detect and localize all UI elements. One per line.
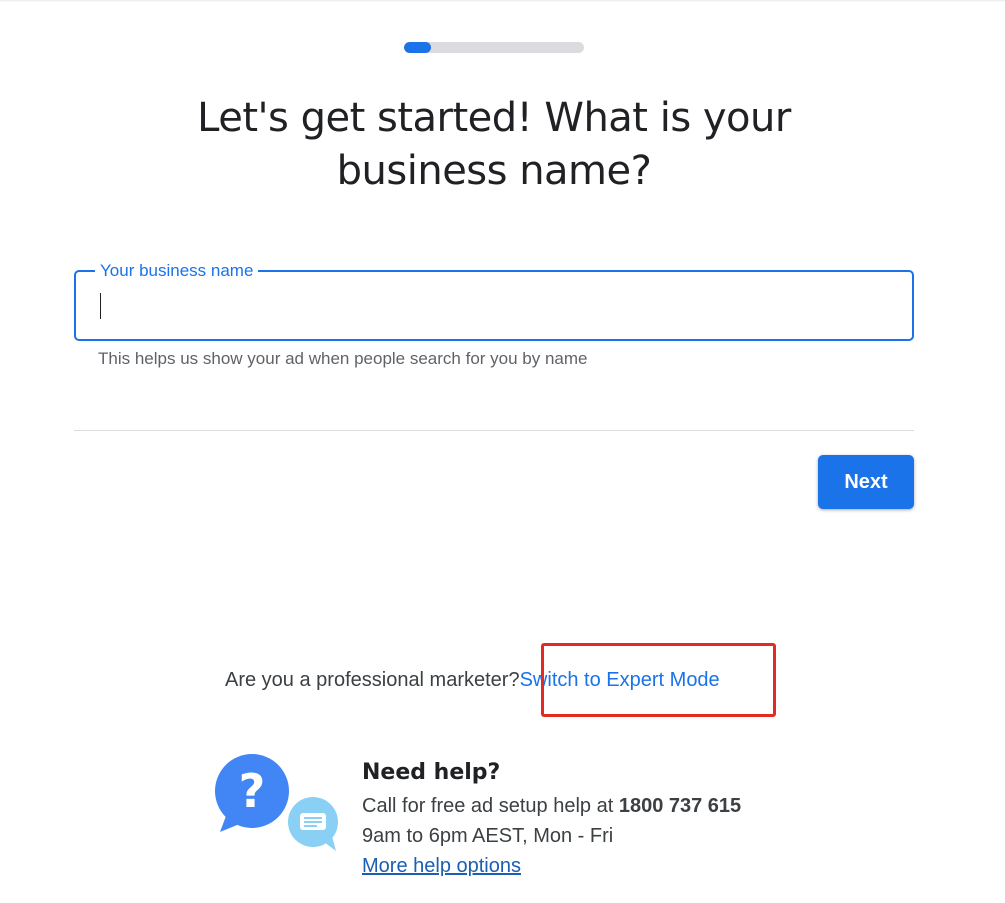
help-phone-number: 1800 737 615 — [618, 795, 742, 817]
business-name-input[interactable] — [98, 288, 878, 322]
help-illustration: ? — [215, 754, 338, 851]
expert-mode-highlight-box — [541, 643, 776, 717]
more-help-options-link[interactable]: More help options — [362, 853, 521, 879]
svg-text:?: ? — [239, 764, 266, 818]
help-call-label: Call for free ad setup help at — [362, 795, 614, 817]
business-name-helper-text: This helps us show your ad when people s… — [98, 349, 588, 368]
page-title: Let's get started! What is your business… — [197, 95, 791, 194]
divider — [74, 430, 914, 431]
chat-bubble-icon — [288, 797, 338, 851]
business-name-label: Your business name — [95, 261, 259, 281]
text-cursor — [100, 293, 101, 319]
top-edge-shadow — [0, 0, 1005, 2]
expert-mode-prompt: Are you a professional marketer? — [225, 669, 520, 691]
question-bubble-icon: ? — [215, 754, 289, 832]
help-hours: 9am to 6pm AEST, Mon - Fri — [362, 825, 614, 847]
business-name-field[interactable]: Your business name — [74, 261, 914, 341]
setup-page: Let's get started! What is your business… — [0, 0, 1005, 903]
help-call-text: Call for free ad setup help at 1800 737 … — [362, 793, 741, 819]
help-title: Need help? — [362, 760, 501, 785]
next-button[interactable]: Next — [818, 455, 914, 509]
progress-bar — [404, 42, 584, 53]
progress-fill — [404, 42, 431, 53]
